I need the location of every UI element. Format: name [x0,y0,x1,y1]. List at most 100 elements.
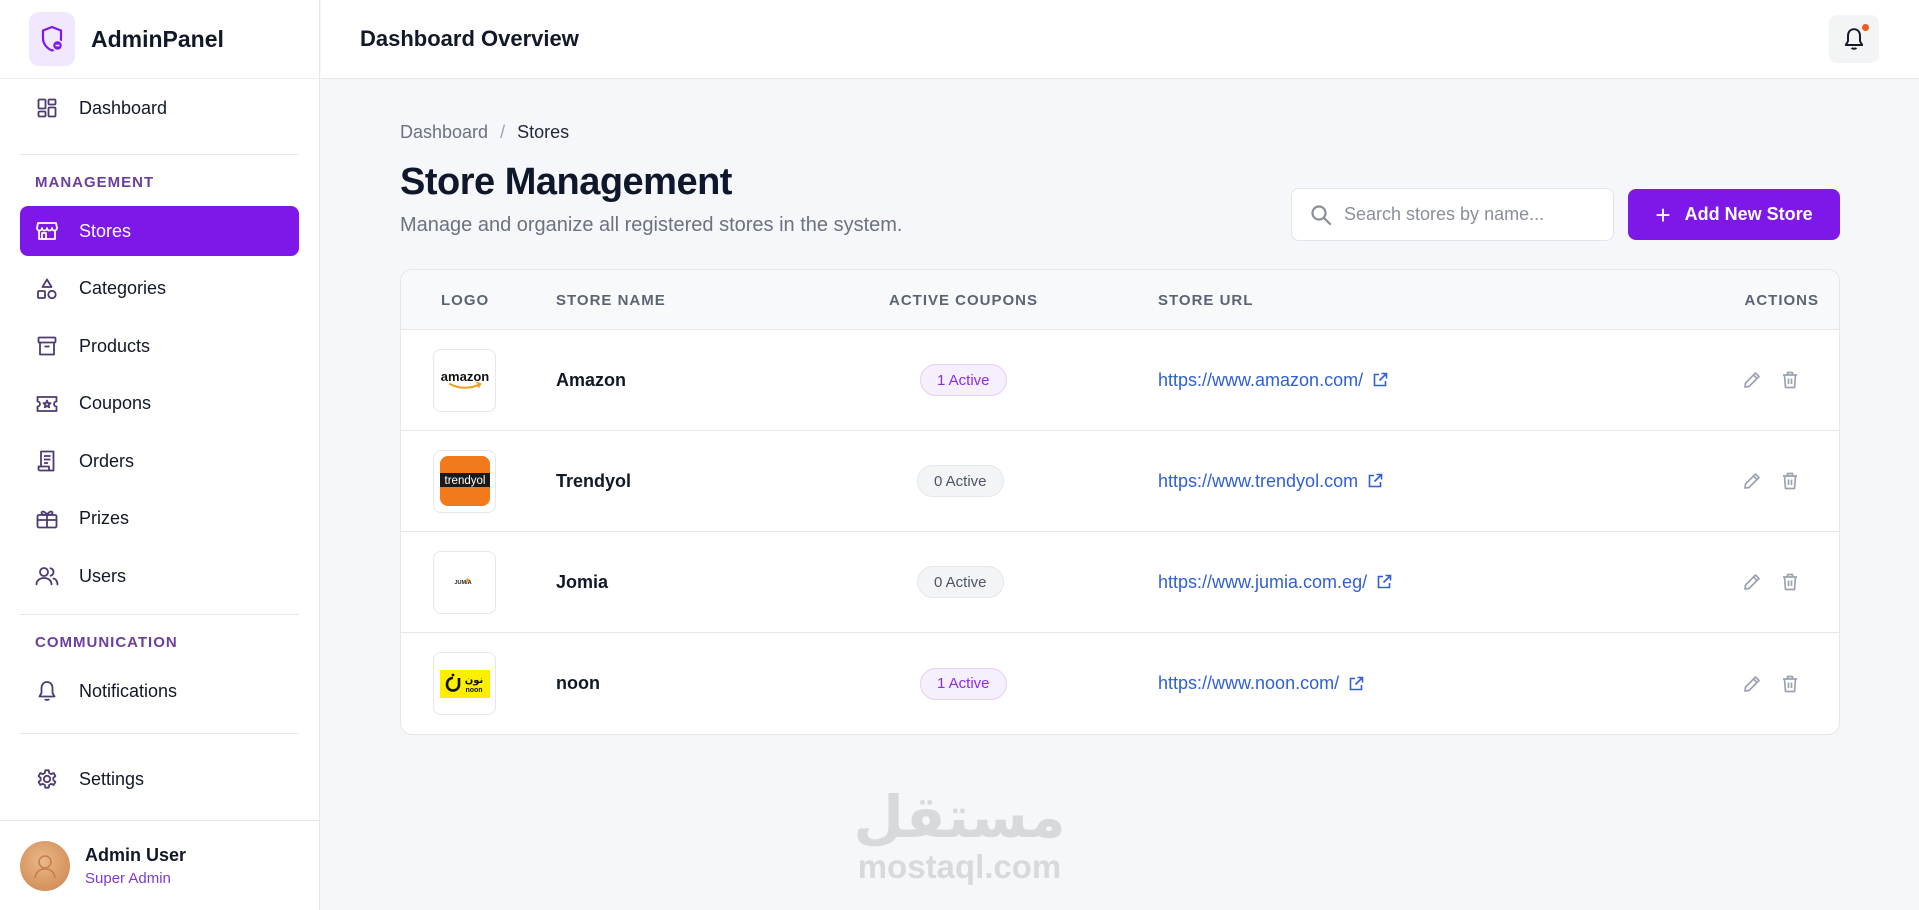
delete-trash-icon[interactable] [1781,471,1799,491]
page-title: Store Management [400,161,732,203]
edit-pencil-icon[interactable] [1743,572,1761,592]
ticket-icon [35,392,59,416]
top-header: Dashboard Overview [321,0,1919,79]
sidebar-item-label: Coupons [79,393,152,413]
shapes-icon [35,277,59,301]
breadcrumb: Dashboard / Stores [400,122,1840,143]
sidebar-item-notifications[interactable]: Notifications [20,666,299,716]
store-logo-amazon: amazon [433,348,496,412]
store-name: Trendyol [556,470,632,491]
delete-trash-icon[interactable] [1781,370,1799,390]
store-url-link[interactable]: https://www.jumia.com.eg/ [1158,572,1392,593]
watermark-latin: mostaql.com [857,848,1062,885]
add-new-store-button[interactable]: + Add New Store [1628,189,1840,240]
edit-pencil-icon[interactable] [1743,370,1761,390]
sidebar-item-products[interactable]: Products [20,321,299,371]
user-role: Super Admin [85,869,171,887]
store-url-link[interactable]: https://www.noon.com/ [1158,673,1364,694]
brand-name: AdminPanel [91,25,224,52]
store-logo-jumia: JUMIA [433,550,496,614]
active-coupons-badge: 1 Active [920,667,1007,700]
column-header-actions: ACTIONS [1744,291,1819,309]
sidebar-item-label: Settings [79,768,145,789]
store-name: noon [556,673,600,693]
active-coupons-badge: 1 Active [920,364,1007,396]
column-header-active-coupons: ACTIVE COUPONS [889,291,1039,309]
active-coupons-badge: 0 Active [917,566,1004,598]
table-row: trendyol Trendyol 0 Active https://www.t… [401,431,1839,532]
dashboard-grid-icon [35,96,59,120]
gear-icon [35,767,59,791]
notification-dot [1861,23,1870,32]
main-content: Dashboard / Stores Store Management Mana… [400,79,1840,735]
table-row: amazon Amazon 1 Active https://www.amazo… [401,330,1839,431]
bell-icon [35,679,59,703]
external-link-icon [1376,574,1392,590]
breadcrumb-root[interactable]: Dashboard [400,122,488,143]
edit-pencil-icon[interactable] [1743,674,1761,694]
sidebar: AdminPanel Dashboard MANAGEMENT Stores C… [0,0,320,910]
store-url-link[interactable]: https://www.amazon.com/ [1158,370,1388,391]
sidebar-item-prizes[interactable]: Prizes [20,494,299,544]
stores-table: LOGO STORE NAME ACTIVE COUPONS STORE URL… [400,269,1840,735]
store-url-text: https://www.jumia.com.eg/ [1158,571,1368,592]
sidebar-item-label: Products [79,335,151,356]
search-icon [1310,204,1332,226]
external-link-icon [1372,372,1388,388]
sidebar-divider [20,154,299,155]
page-subtitle: Manage and organize all registered store… [400,214,903,236]
sidebar-nav: Dashboard MANAGEMENT Stores Categories P… [0,83,319,804]
search-input[interactable] [1344,204,1594,225]
sidebar-item-orders[interactable]: Orders [20,436,299,486]
edit-pencil-icon[interactable] [1743,471,1761,491]
store-name: Amazon [556,369,627,390]
store-name: Jomia [556,571,609,592]
breadcrumb-current: Stores [517,122,570,142]
shield-logo-icon [29,12,75,66]
add-new-store-label: Add New Store [1684,204,1813,224]
header-title: Dashboard Overview [360,26,579,51]
sidebar-item-users[interactable]: Users [20,551,299,601]
avatar [20,840,70,891]
table-row: JUMIA Jomia 0 Active https://www.jumia.c… [401,532,1839,633]
column-header-store-url: STORE URL [1158,291,1254,309]
plus-icon: + [1655,199,1671,230]
sidebar-item-dashboard[interactable]: Dashboard [20,83,299,133]
active-coupons-badge: 0 Active [917,465,1004,497]
sidebar-item-settings[interactable]: Settings [20,754,299,804]
store-url-text: https://www.noon.com/ [1158,673,1340,693]
user-profile[interactable]: Admin User Super Admin [0,820,320,910]
store-url-text: https://www.trendyol.com [1158,470,1359,491]
delete-trash-icon[interactable] [1781,572,1799,592]
search-box[interactable] [1291,188,1614,241]
table-row: نون noon noon 1 Active https://www.noon.… [401,633,1839,734]
sidebar-divider [20,733,299,734]
sidebar-item-categories[interactable]: Categories [20,264,299,314]
notifications-button[interactable] [1829,15,1879,63]
delete-trash-icon[interactable] [1781,674,1799,694]
column-header-store-name: STORE NAME [556,291,666,309]
sidebar-item-stores[interactable]: Stores [20,206,299,256]
store-logo-trendyol: trendyol [433,449,496,513]
sidebar-item-label: Dashboard [79,97,168,118]
breadcrumb-separator: / [500,122,506,142]
sidebar-item-label: Prizes [79,508,130,528]
store-icon [35,219,59,243]
table-header: LOGO STORE NAME ACTIVE COUPONS STORE URL… [401,270,1839,330]
svg-text:noon: noon [465,687,482,694]
sidebar-item-label: Categories [79,278,167,298]
users-icon [35,564,59,588]
section-label-communication: COMMUNICATION [35,634,178,651]
sidebar-item-label: Stores [79,220,132,241]
brand[interactable]: AdminPanel [0,0,319,79]
store-logo-noon: نون noon [433,652,496,715]
section-label-management: MANAGEMENT [35,174,155,191]
sidebar-item-label: Users [79,565,127,586]
archive-box-icon [35,334,59,358]
sidebar-item-coupons[interactable]: Coupons [20,379,299,429]
gift-icon [35,507,59,531]
svg-text:نون: نون [464,675,483,686]
watermark-arabic: مستقل [853,783,1066,851]
store-url-link[interactable]: https://www.trendyol.com [1158,471,1383,492]
svg-text:amazon: amazon [440,369,488,384]
